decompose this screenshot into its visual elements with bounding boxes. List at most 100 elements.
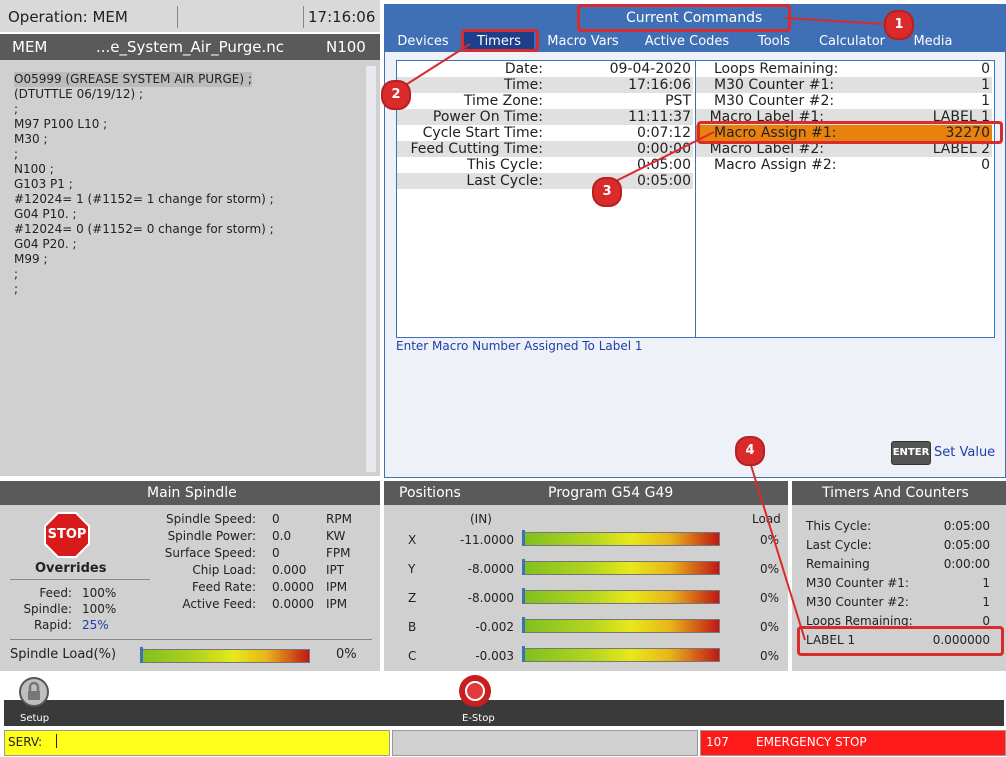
timer-row[interactable]: Power On Time: 11:11:37 bbox=[397, 109, 693, 125]
hint-text: Enter Macro Number Assigned To Label 1 bbox=[396, 339, 643, 353]
spindle-stat-value: 0.0 bbox=[272, 529, 292, 543]
timer-value: 09-04-2020 bbox=[609, 61, 691, 77]
code-line[interactable]: ; bbox=[14, 147, 364, 162]
counter-row[interactable]: M30 Counter #2: 1 bbox=[696, 93, 992, 109]
message-area bbox=[392, 730, 698, 756]
divider bbox=[10, 639, 372, 640]
timer-row[interactable]: Time: 17:16:06 bbox=[397, 77, 693, 93]
timer-row[interactable]: Date: 09-04-2020 bbox=[397, 61, 693, 77]
override-value[interactable]: 100% bbox=[82, 585, 116, 601]
axis-load-value: 0% bbox=[760, 649, 780, 663]
estop-label[interactable]: E-Stop bbox=[462, 713, 495, 724]
set-value-label[interactable]: Set Value bbox=[934, 445, 995, 460]
spindle-load-indicator bbox=[140, 647, 143, 663]
axis-load-value: 0% bbox=[760, 533, 780, 547]
axis-label: Z bbox=[408, 591, 417, 605]
code-line[interactable]: ; bbox=[14, 267, 364, 282]
axis-load-indicator bbox=[522, 559, 525, 575]
alarm-text: EMERGENCY STOP bbox=[756, 735, 867, 749]
serv-input[interactable] bbox=[4, 730, 390, 756]
override-label: Spindle: bbox=[23, 602, 72, 616]
spindle-stat-value: 0.0000 bbox=[272, 597, 314, 611]
axis-load-bar bbox=[522, 532, 720, 546]
axis-value: -0.003 bbox=[475, 649, 514, 663]
program-mode: MEM bbox=[12, 38, 48, 56]
lock-icon[interactable] bbox=[18, 676, 50, 708]
clock: 17:16:06 bbox=[308, 8, 376, 26]
bottom-bar bbox=[4, 700, 1004, 726]
code-line[interactable]: G04 P10. ; bbox=[14, 207, 364, 222]
code-line[interactable]: M30 ; bbox=[14, 132, 364, 147]
spindle-stat-unit: IPM bbox=[326, 597, 348, 611]
positions-load-label: Load bbox=[752, 512, 781, 526]
code-line[interactable]: ; bbox=[14, 282, 364, 297]
override-label: Feed: bbox=[39, 586, 72, 600]
code-line[interactable]: G04 P20. ; bbox=[14, 237, 364, 252]
override-value[interactable]: 100% bbox=[82, 601, 116, 617]
tc-value: 0:05:00 bbox=[943, 519, 990, 533]
enter-key-button[interactable]: ENTER bbox=[891, 441, 931, 465]
timer-row[interactable]: This Cycle: 0:05:00 bbox=[397, 157, 693, 173]
axis-value: -0.002 bbox=[475, 620, 514, 634]
axis-load-bar bbox=[522, 590, 720, 604]
counter-label: Loops Remaining: bbox=[714, 61, 839, 77]
positions-units: (IN) bbox=[470, 512, 492, 526]
tc-value: 0:00:00 bbox=[943, 557, 990, 571]
program-code: O05999 (GREASE SYSTEM AIR PURGE) ; (DTUTT… bbox=[14, 68, 364, 297]
counter-row[interactable]: Macro Assign #2: 0 bbox=[696, 157, 992, 173]
axis-label: Y bbox=[408, 562, 416, 576]
alarm-code: 107 bbox=[706, 735, 729, 749]
spindle-stat-label: Spindle Power: bbox=[167, 529, 256, 543]
tc-label: M30 Counter #2: bbox=[806, 595, 909, 609]
setup-label[interactable]: Setup bbox=[20, 713, 49, 724]
axis-value: -11.0000 bbox=[460, 533, 514, 547]
code-line[interactable]: G103 P1 ; bbox=[14, 177, 364, 192]
counter-row[interactable]: M30 Counter #1: 1 bbox=[696, 77, 992, 93]
code-line[interactable]: (DTUTTLE 06/19/12) ; bbox=[14, 87, 364, 102]
code-line[interactable]: M97 P100 L10 ; bbox=[14, 117, 364, 132]
divider bbox=[10, 579, 150, 580]
tc-label: Last Cycle: bbox=[806, 538, 872, 552]
override-value[interactable]: 25% bbox=[82, 617, 109, 633]
counter-row[interactable]: Loops Remaining: 0 bbox=[696, 61, 992, 77]
code-line[interactable]: #12024= 1 (#1152= 1 change for storm) ; bbox=[14, 192, 364, 207]
axis-load-indicator bbox=[522, 617, 525, 633]
timer-label: This Cycle: bbox=[466, 157, 543, 173]
timer-row[interactable]: Last Cycle: 0:05:00 bbox=[397, 173, 693, 189]
code-line[interactable]: #12024= 0 (#1152= 0 change for storm) ; bbox=[14, 222, 364, 237]
axis-value: -8.0000 bbox=[467, 562, 514, 576]
spindle-load-value: 0% bbox=[336, 647, 357, 662]
estop-icon[interactable] bbox=[458, 674, 492, 708]
stop-text: STOP bbox=[47, 527, 87, 542]
code-line[interactable]: M99 ; bbox=[14, 252, 364, 267]
tab-calculator[interactable]: Calculator bbox=[806, 32, 898, 51]
timer-row[interactable]: Cycle Start Time: 0:07:12 bbox=[397, 125, 693, 141]
tab-tools[interactable]: Tools bbox=[746, 32, 802, 51]
divider bbox=[177, 6, 178, 28]
code-line[interactable]: N100 ; bbox=[14, 162, 364, 177]
timer-value: 0:07:12 bbox=[637, 125, 691, 141]
axis-value: -8.0000 bbox=[467, 591, 514, 605]
callout-3: 3 bbox=[592, 177, 622, 207]
tc-value: 1 bbox=[982, 595, 990, 609]
code-line[interactable]: ; bbox=[14, 102, 364, 117]
timer-row[interactable]: Time Zone: PST bbox=[397, 93, 693, 109]
program-file: ...e_System_Air_Purge.nc bbox=[96, 38, 285, 56]
axis-load-value: 0% bbox=[760, 562, 780, 576]
tab-devices[interactable]: Devices bbox=[386, 32, 460, 51]
spindle-stat-label: Chip Load: bbox=[192, 563, 256, 577]
timer-value: 0:05:00 bbox=[637, 157, 691, 173]
timer-value: 0:00:00 bbox=[637, 141, 691, 157]
annotation-box-label1 bbox=[797, 626, 1004, 656]
code-line[interactable]: O05999 (GREASE SYSTEM AIR PURGE) ; bbox=[14, 72, 252, 87]
timer-value: PST bbox=[665, 93, 691, 109]
editor-scrollbar[interactable] bbox=[366, 66, 376, 472]
tab-macro-vars[interactable]: Macro Vars bbox=[538, 32, 628, 51]
timer-row[interactable]: Feed Cutting Time: 0:00:00 bbox=[397, 141, 693, 157]
annotation-box-current-commands bbox=[577, 4, 791, 32]
timers-counters-title: Timers And Counters bbox=[822, 485, 969, 501]
axis-label: B bbox=[408, 620, 417, 634]
operation-label: Operation: MEM bbox=[8, 8, 128, 26]
spindle-stat-label: Spindle Speed: bbox=[166, 512, 256, 526]
tab-active-codes[interactable]: Active Codes bbox=[632, 32, 742, 51]
